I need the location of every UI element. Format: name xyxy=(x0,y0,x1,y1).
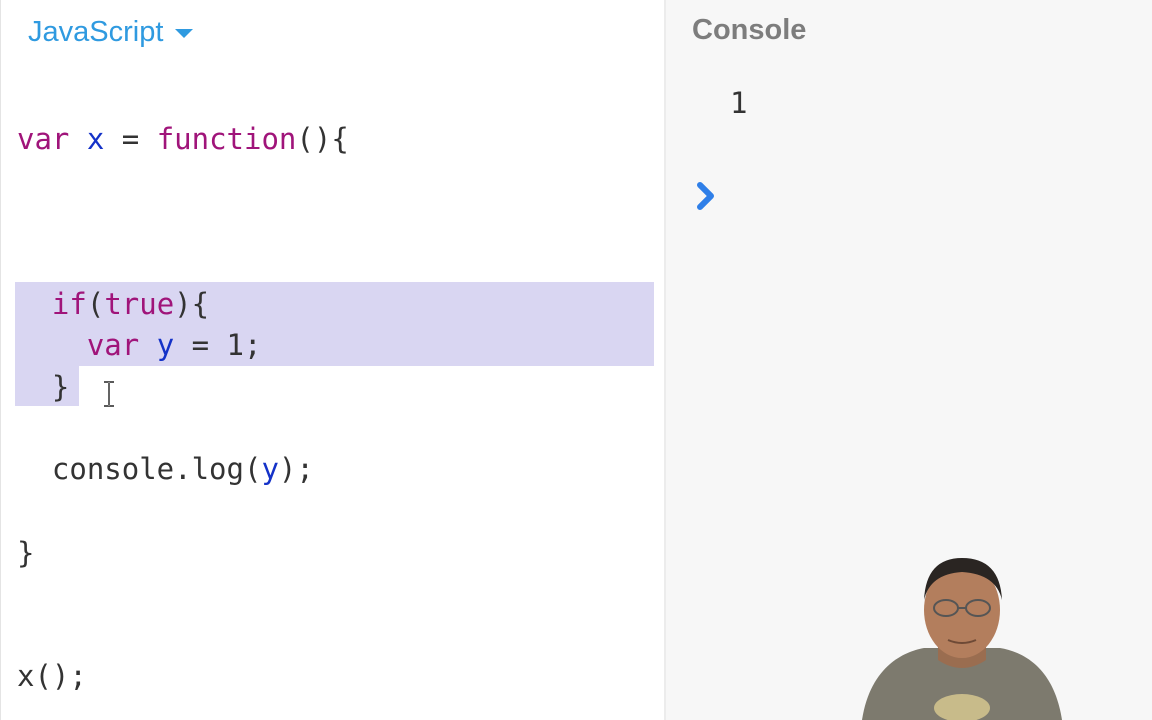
presenter-webcam-avatar xyxy=(862,558,1062,720)
code-keyword: var xyxy=(17,122,70,156)
code-token: ); xyxy=(278,452,314,486)
code-token: } xyxy=(17,370,70,404)
code-area[interactable]: var x = function(){ if(true){ var y = 1;… xyxy=(1,0,665,720)
console-title: Console xyxy=(692,14,807,46)
code-variable: x xyxy=(86,122,105,156)
code-token: (){ xyxy=(296,122,349,156)
code-line[interactable]: var y = 1; xyxy=(17,324,262,366)
code-token: = xyxy=(104,122,157,156)
code-keyword: var xyxy=(86,328,140,362)
text-cursor-icon xyxy=(104,381,114,407)
code-variable: y xyxy=(261,452,279,486)
code-variable: y xyxy=(156,328,175,362)
code-line[interactable]: x(); xyxy=(17,655,87,697)
code-keyword: function xyxy=(156,122,297,156)
code-token: ){ xyxy=(174,287,210,321)
code-keyword: if xyxy=(51,287,87,321)
code-editor-pane: JavaScript var x = function(){ if(true){… xyxy=(0,0,665,720)
code-token: = 1; xyxy=(174,328,262,362)
code-keyword: true xyxy=(104,287,175,321)
code-line[interactable]: } xyxy=(17,366,69,408)
code-line[interactable]: var x = function(){ xyxy=(17,118,349,160)
code-line[interactable]: if(true){ xyxy=(17,283,209,325)
code-line[interactable]: console.log(y); xyxy=(17,448,314,490)
code-token: x(); xyxy=(17,659,87,693)
code-line[interactable]: } xyxy=(17,532,34,574)
code-token: console.log( xyxy=(17,452,262,486)
console-output-line: 1 xyxy=(730,86,748,120)
chevron-right-icon[interactable] xyxy=(690,176,730,216)
code-token: ( xyxy=(86,287,105,321)
code-token: } xyxy=(17,536,35,570)
